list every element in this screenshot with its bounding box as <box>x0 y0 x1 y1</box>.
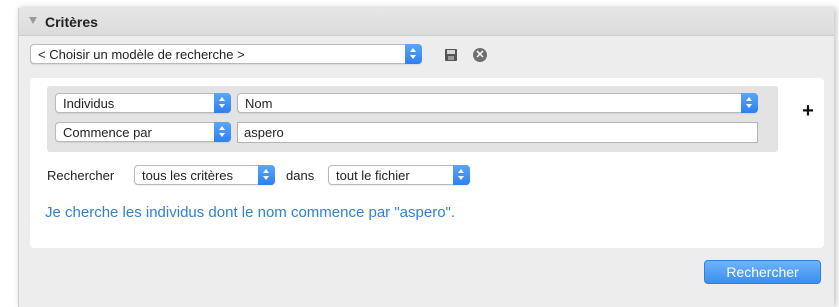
panel-title: Critères <box>45 14 98 30</box>
file-scope-value: tout le fichier <box>336 168 410 183</box>
search-label: Rechercher <box>47 168 115 183</box>
criteria-panel: Critères < Choisir un modèle de recherch… <box>18 8 834 307</box>
search-model-select-value: < Choisir un modèle de recherche > <box>38 47 245 62</box>
save-icon[interactable] <box>445 49 457 61</box>
field-select-value: Individus <box>63 96 115 111</box>
delete-model-icon[interactable]: ✕ <box>473 48 487 62</box>
panel-header[interactable]: Critères <box>19 8 834 36</box>
in-label: dans <box>286 168 315 183</box>
operator-select[interactable]: Commence par <box>55 122 231 142</box>
field-select[interactable]: Individus <box>55 93 231 113</box>
chevron-updown-icon[interactable] <box>214 122 231 142</box>
criteria-box: Individus Nom Commence par + Rechercher … <box>30 78 824 248</box>
operator-select-value: Commence par <box>63 125 152 140</box>
criterion-group: Individus Nom Commence par <box>47 86 778 152</box>
chevron-updown-icon[interactable] <box>741 93 758 113</box>
chevron-updown-icon[interactable] <box>258 165 275 185</box>
chevron-updown-icon[interactable] <box>405 44 422 64</box>
chevron-updown-icon[interactable] <box>453 165 470 185</box>
criteria-scope-select[interactable]: tous les critères <box>134 165 275 185</box>
file-scope-select[interactable]: tout le fichier <box>328 165 470 185</box>
collapse-triangle-icon[interactable] <box>29 17 37 24</box>
search-button[interactable]: Rechercher <box>704 260 821 284</box>
subfield-select-value: Nom <box>245 96 273 111</box>
search-model-select[interactable]: < Choisir un modèle de recherche > <box>30 44 422 64</box>
criterion-value-input[interactable] <box>237 122 758 143</box>
chevron-updown-icon[interactable] <box>214 93 231 113</box>
subfield-select[interactable]: Nom <box>237 93 758 113</box>
criteria-scope-value: tous les critères <box>142 168 234 183</box>
search-summary: Je cherche les individus dont le nom com… <box>45 204 456 221</box>
add-criterion-icon[interactable]: + <box>801 101 815 121</box>
